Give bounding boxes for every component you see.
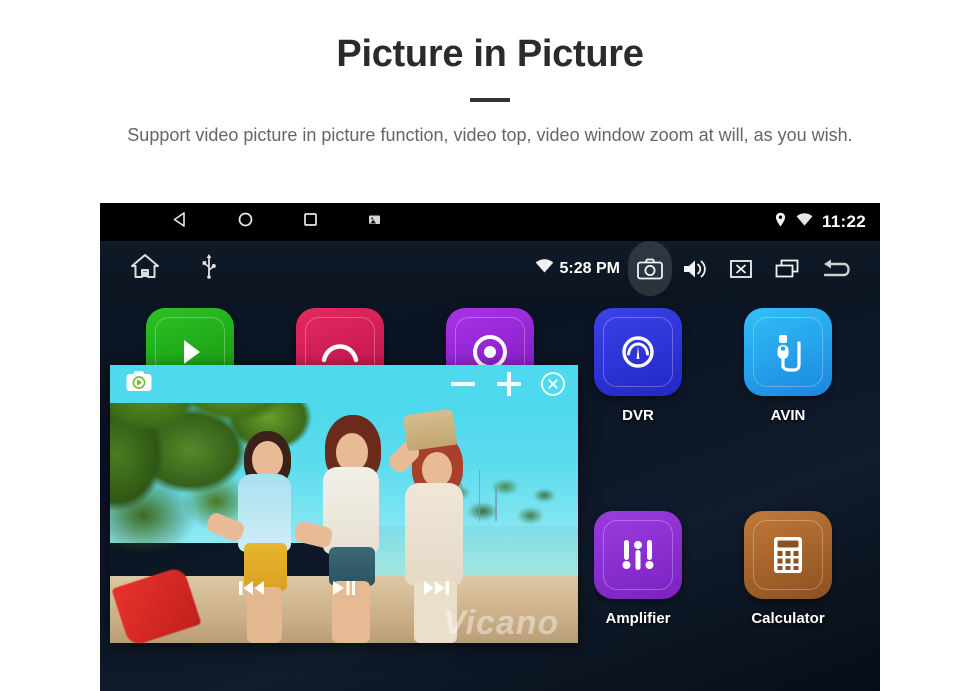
app-label: DVR <box>622 407 654 424</box>
gauge-icon <box>594 308 682 396</box>
next-track-button[interactable] <box>421 577 451 599</box>
android-status-bar: 11:22 <box>100 203 880 241</box>
system-toolbar: 5:28 PM <box>100 241 880 296</box>
previous-track-button[interactable] <box>237 577 267 599</box>
wifi-icon <box>796 212 813 232</box>
app-calculator[interactable]: Calculator <box>738 511 838 627</box>
toolbar-clock: 5:28 PM <box>559 259 620 277</box>
pip-zoom-controls <box>448 365 566 403</box>
close-box-icon[interactable] <box>718 241 764 296</box>
back-arrow-icon[interactable] <box>810 241 864 296</box>
home-icon[interactable] <box>237 211 254 233</box>
pip-control-bar <box>110 365 578 403</box>
location-pin-icon <box>774 212 787 233</box>
pip-video-window[interactable]: Vicano <box>110 365 578 643</box>
equalizer-icon <box>594 511 682 599</box>
toolbar-left-group <box>130 253 216 284</box>
status-bar-indicators: 11:22 <box>774 203 866 241</box>
app-label: AVIN <box>770 407 806 424</box>
wifi-icon <box>535 258 554 279</box>
status-bar-clock: 11:22 <box>821 212 866 231</box>
zoom-out-button[interactable] <box>448 369 478 399</box>
camera-icon[interactable] <box>628 241 672 296</box>
app-avin[interactable]: AVIN <box>738 308 838 424</box>
app-amplifier[interactable]: Amplifier <box>588 511 688 627</box>
status-bar-nav-group <box>172 211 382 233</box>
video-watermark: Vicano <box>443 604 560 642</box>
screenshot-icon[interactable] <box>367 212 382 232</box>
back-icon[interactable] <box>172 211 189 233</box>
title-divider <box>470 97 510 102</box>
recents-icon[interactable] <box>764 241 810 296</box>
device-screen: 11:22 5:28 PM DVR AVIN Amplifier Calcula… <box>100 203 880 691</box>
pip-playback-controls <box>110 571 578 605</box>
close-button[interactable] <box>540 371 566 397</box>
audio-jack-icon <box>744 308 832 396</box>
usb-icon[interactable] <box>202 253 216 284</box>
calculator-icon <box>744 511 832 599</box>
play-pause-button[interactable] <box>329 577 359 599</box>
volume-icon[interactable] <box>672 241 718 296</box>
page-title: Picture in Picture <box>336 33 644 75</box>
app-label: Amplifier <box>605 610 671 627</box>
recents-icon[interactable] <box>302 211 319 233</box>
app-dvr[interactable]: DVR <box>588 308 688 424</box>
zoom-in-button[interactable] <box>494 369 524 399</box>
video-camera-icon[interactable] <box>124 369 154 395</box>
app-label: Calculator <box>751 610 825 627</box>
page-subtitle: Support video picture in picture functio… <box>127 124 853 145</box>
toolbar-right-group: 5:28 PM <box>535 241 864 296</box>
promo-header: Picture in Picture Support video picture… <box>0 0 980 149</box>
home-icon[interactable] <box>130 253 160 284</box>
